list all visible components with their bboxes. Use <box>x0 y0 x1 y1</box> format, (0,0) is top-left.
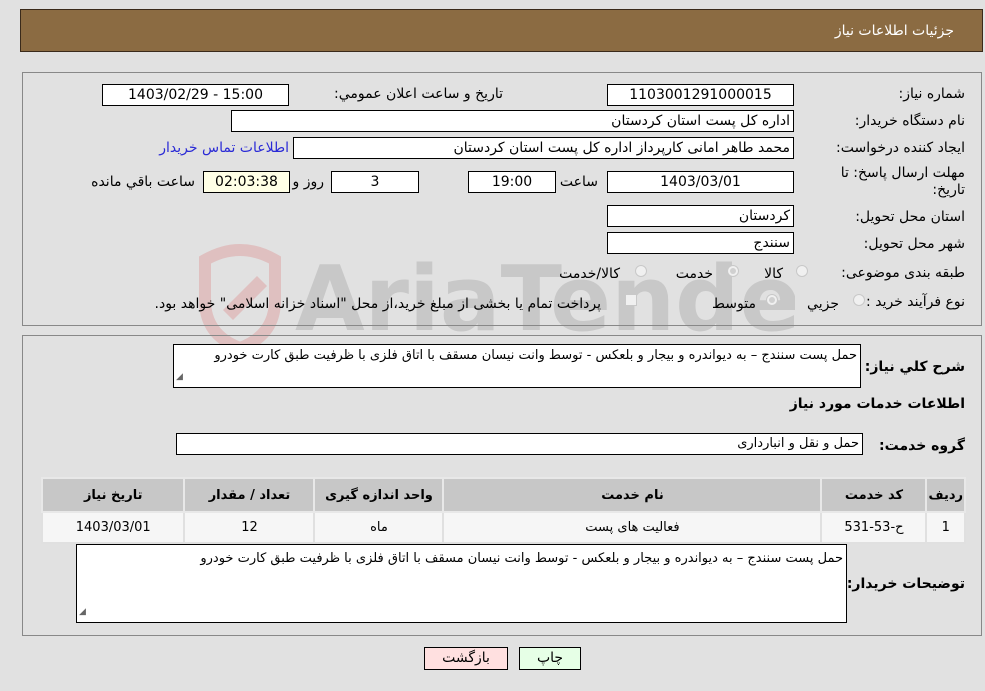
treasury-checkbox[interactable] <box>625 294 637 306</box>
category-radio-goods-service[interactable] <box>635 265 647 277</box>
col-service-code: کد خدمت <box>820 477 928 513</box>
need-number-field: 1103001291000015 <box>607 84 794 106</box>
col-quantity: تعداد / مقدار <box>183 477 316 513</box>
treasury-note: پرداخت تمام يا بخشی از مبلغ خريد،از محل … <box>154 296 601 312</box>
table-header-row: رديف کد خدمت نام خدمت واحد اندازه گيری ت… <box>40 477 966 513</box>
process-radio-minor[interactable] <box>853 294 865 306</box>
table-row: 1 ح-53-531 فعاليت های پست ماه 12 1403/03… <box>40 511 966 544</box>
need-number-label: شماره نياز: <box>898 86 966 102</box>
cell-quantity: 12 <box>183 511 316 544</box>
buyer-notes-textarea[interactable]: حمل پست سنندج – به دیواندره و بیجار و بل… <box>76 544 847 623</box>
cell-service-name: فعاليت های پست <box>442 511 823 544</box>
days-label: روز و <box>292 174 325 190</box>
cell-need-date: 1403/03/01 <box>40 511 186 544</box>
services-heading: اطلاعات خدمات مورد نياز <box>789 396 965 412</box>
col-need-date: تاريخ نياز <box>40 477 186 513</box>
days-remaining-field: 3 <box>331 171 419 193</box>
province-label: استان محل تحويل: <box>855 209 965 225</box>
province-field: کردستان <box>607 205 794 227</box>
announce-field: 1403/02/29 - 15:00 <box>102 84 289 106</box>
time-remaining-label: ساعت باقي مانده <box>91 174 195 190</box>
city-label: شهر محل تحويل: <box>863 236 965 252</box>
col-service-name: نام خدمت <box>442 477 823 513</box>
buyer-contact-link[interactable]: اطلاعات تماس خريدار <box>159 140 289 156</box>
service-group-field: حمل و نقل و انبارداری <box>176 433 863 455</box>
cell-row-number: 1 <box>925 511 966 544</box>
creator-field: محمد طاهر امانی کارپرداز اداره کل پست اس… <box>293 137 794 159</box>
time-remaining-field: 02:03:38 <box>203 171 290 193</box>
service-group-label: گروه خدمت: <box>879 438 965 454</box>
back-button[interactable]: بازگشت <box>424 647 508 670</box>
buyer-org-field: اداره کل پست استان کردستان <box>231 110 794 132</box>
buyer-notes-label: توضيحات خريدار: <box>846 576 965 592</box>
category-option-goods: کالا <box>764 266 783 282</box>
description-label: شرح کلي نياز: <box>864 359 965 375</box>
process-option-medium: متوسط <box>712 296 756 312</box>
category-radio-service[interactable] <box>727 265 739 277</box>
deadline-time-field: 19:00 <box>468 171 556 193</box>
col-row-number: رديف <box>925 477 966 513</box>
category-option-service: خدمت <box>675 266 713 282</box>
print-button[interactable]: چاپ <box>519 647 581 670</box>
page-title: جزئيات اطلاعات نياز <box>834 23 954 39</box>
process-label: نوع فرآيند خريد : <box>866 294 965 310</box>
description-textarea[interactable]: حمل پست سنندج – به دیواندره و بیجار و بل… <box>173 344 861 388</box>
services-table: رديف کد خدمت نام خدمت واحد اندازه گيری ت… <box>40 477 966 544</box>
description-text: حمل پست سنندج – به دیواندره و بیجار و بل… <box>214 348 857 363</box>
creator-label: ايجاد کننده درخواست: <box>836 140 965 156</box>
buyer-notes-text: حمل پست سنندج – به دیواندره و بیجار و بل… <box>200 551 843 566</box>
process-radio-medium[interactable] <box>766 294 778 306</box>
process-option-minor: جزيي <box>807 296 839 312</box>
col-unit: واحد اندازه گيری <box>313 477 445 513</box>
deadline-label: مهلت ارسال پاسخ: تا تاريخ: <box>840 165 965 198</box>
details-panel: شماره نياز: 1103001291000015 تاريخ و ساع… <box>22 72 982 326</box>
announce-label: تاريخ و ساعت اعلان عمومي: <box>334 86 503 102</box>
category-radio-goods[interactable] <box>796 265 808 277</box>
category-label: طبقه بندی موضوعی: <box>841 265 965 281</box>
category-option-goods-service: کالا/خدمت <box>559 266 620 282</box>
city-field: سنندج <box>607 232 794 254</box>
resize-grip-icon[interactable]: ◢ <box>79 604 86 621</box>
cell-service-code: ح-53-531 <box>820 511 928 544</box>
buyer-org-label: نام دستگاه خريدار: <box>854 113 965 129</box>
summary-panel: شرح کلي نياز: حمل پست سنندج – به دیواندر… <box>22 335 982 636</box>
resize-grip-icon[interactable]: ◢ <box>176 369 183 386</box>
deadline-date-field: 1403/03/01 <box>607 171 794 193</box>
deadline-time-label: ساعت <box>559 174 598 190</box>
cell-unit: ماه <box>313 511 445 544</box>
page-header: جزئيات اطلاعات نياز <box>20 9 983 52</box>
